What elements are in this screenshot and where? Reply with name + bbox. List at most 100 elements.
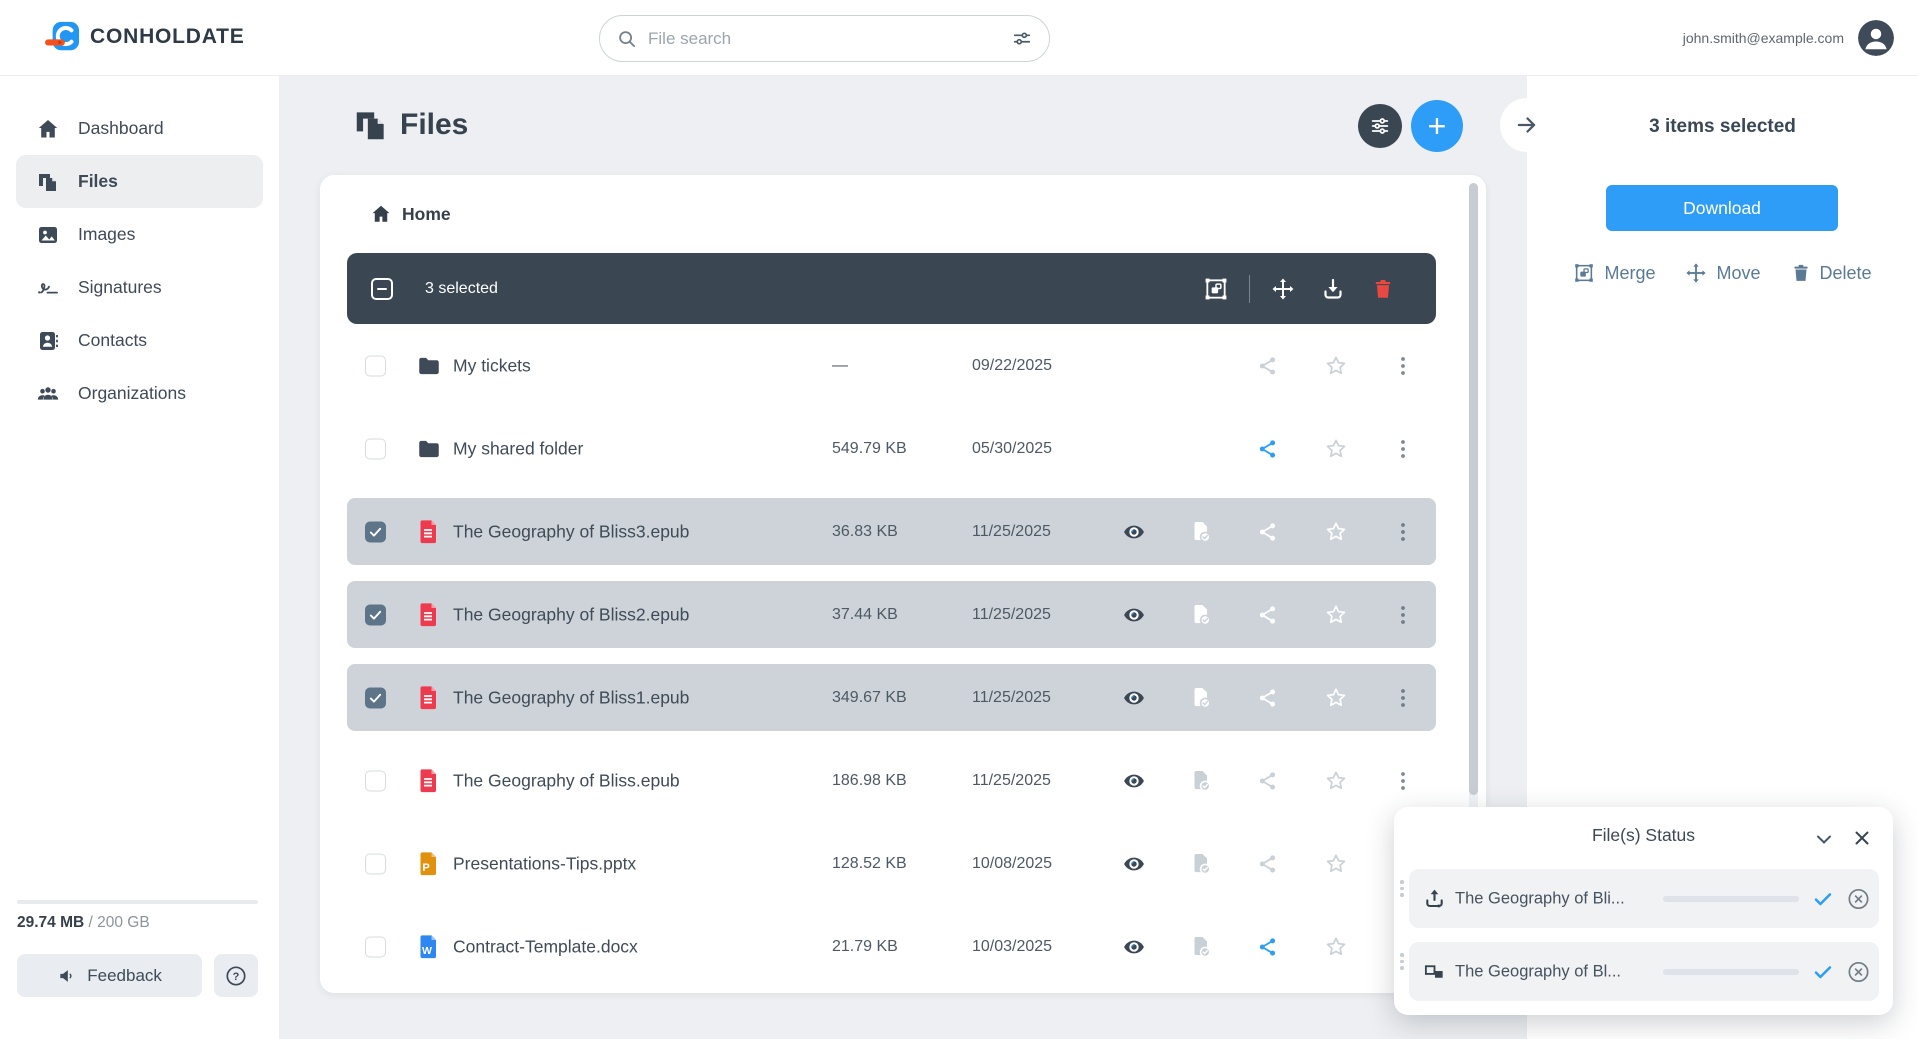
delete-action[interactable]: Delete	[1791, 262, 1872, 284]
row-checkbox[interactable]	[365, 355, 386, 376]
favorite-star-icon[interactable]	[1316, 686, 1356, 710]
share-icon[interactable]	[1248, 936, 1288, 958]
favorite-star-icon[interactable]	[1316, 603, 1356, 627]
table-row[interactable]: The Geography of Bliss1.epub349.67 KB11/…	[347, 656, 1436, 739]
search-filters-icon[interactable]	[1011, 28, 1033, 50]
row-menu-icon[interactable]	[1383, 354, 1423, 378]
file-name[interactable]: My shared folder	[453, 438, 583, 459]
breadcrumb[interactable]: Home	[370, 203, 451, 225]
file-name[interactable]: The Geography of Bliss.epub	[453, 770, 680, 791]
convert-file-icon[interactable]	[1181, 603, 1221, 627]
table-row[interactable]: WContract-Template.docx21.79 KB10/03/202…	[347, 905, 1436, 988]
file-date: 05/30/2025	[972, 440, 1052, 458]
convert-file-icon[interactable]	[1181, 769, 1221, 793]
preview-eye-icon[interactable]	[1114, 852, 1154, 876]
convert-file-icon[interactable]	[1181, 520, 1221, 544]
preview-eye-icon[interactable]	[1114, 520, 1154, 544]
row-menu-icon[interactable]	[1383, 520, 1423, 544]
share-icon[interactable]	[1248, 853, 1288, 875]
list-settings-button[interactable]	[1358, 104, 1402, 148]
row-checkbox[interactable]	[365, 936, 386, 957]
sidebar-item-signatures[interactable]: Signatures	[16, 261, 263, 314]
favorite-star-icon[interactable]	[1316, 852, 1356, 876]
user-avatar[interactable]	[1858, 20, 1894, 56]
search-icon	[616, 28, 638, 50]
row-menu-icon[interactable]	[1383, 686, 1423, 710]
row-checkbox[interactable]	[365, 438, 386, 459]
download-selected-button[interactable]	[1316, 272, 1350, 306]
page-title: Files	[400, 108, 468, 142]
table-row[interactable]: My shared folder549.79 KB05/30/2025	[347, 407, 1436, 490]
download-button[interactable]: Download	[1606, 185, 1838, 231]
sidebar-item-label: Files	[78, 171, 118, 192]
row-checkbox[interactable]	[365, 853, 386, 874]
row-menu-icon[interactable]	[1383, 769, 1423, 793]
file-name[interactable]: The Geography of Bliss3.epub	[453, 521, 689, 542]
table-row[interactable]: PPresentations-Tips.pptx128.52 KB10/08/2…	[347, 822, 1436, 905]
action-label: Merge	[1604, 263, 1655, 284]
share-icon[interactable]	[1248, 438, 1288, 460]
share-icon[interactable]	[1248, 770, 1288, 792]
row-checkbox[interactable]	[365, 770, 386, 791]
toolbar-divider	[1249, 275, 1250, 303]
search-input[interactable]	[648, 29, 1001, 49]
progress-bar	[1663, 969, 1799, 975]
files-page-icon	[352, 106, 390, 144]
merge-action[interactable]: Merge	[1573, 262, 1655, 284]
table-row[interactable]: The Geography of Bliss2.epub37.44 KB11/2…	[347, 573, 1436, 656]
merge-selected-button[interactable]	[1199, 272, 1233, 306]
progress-bar	[1663, 896, 1799, 902]
sidebar-item-contacts[interactable]: Contacts	[16, 314, 263, 367]
share-icon[interactable]	[1248, 521, 1288, 543]
favorite-star-icon[interactable]	[1316, 520, 1356, 544]
sidebar-item-images[interactable]: Images	[16, 208, 263, 261]
search-bar[interactable]	[599, 15, 1050, 62]
file-name[interactable]: My tickets	[453, 355, 531, 376]
row-menu-icon[interactable]	[1383, 437, 1423, 461]
table-row[interactable]: The Geography of Bliss3.epub36.83 KB11/2…	[347, 490, 1436, 573]
favorite-star-icon[interactable]	[1316, 437, 1356, 461]
preview-eye-icon[interactable]	[1114, 935, 1154, 959]
select-all-checkbox[interactable]	[371, 278, 393, 300]
scrollbar-thumb[interactable]	[1469, 183, 1478, 795]
sidebar-item-dashboard[interactable]: Dashboard	[16, 102, 263, 155]
move-action[interactable]: Move	[1685, 262, 1760, 284]
file-name[interactable]: Contract-Template.docx	[453, 936, 638, 957]
brand-logo[interactable]: CONHOLDATE	[44, 20, 245, 54]
dismiss-item-icon[interactable]	[1846, 959, 1871, 984]
favorite-star-icon[interactable]	[1316, 769, 1356, 793]
file-name[interactable]: The Geography of Bliss2.epub	[453, 604, 689, 625]
file-name[interactable]: Presentations-Tips.pptx	[453, 853, 636, 874]
docx-icon: W	[416, 934, 440, 960]
convert-file-icon[interactable]	[1181, 686, 1221, 710]
preview-eye-icon[interactable]	[1114, 603, 1154, 627]
contacts-icon	[36, 329, 60, 353]
share-icon[interactable]	[1248, 604, 1288, 626]
row-checkbox[interactable]	[365, 604, 386, 625]
delete-selected-button[interactable]	[1366, 272, 1400, 306]
help-button[interactable]: ?	[214, 954, 258, 997]
table-row[interactable]: My tickets—09/22/2025	[347, 324, 1436, 407]
row-checkbox[interactable]	[365, 687, 386, 708]
collapse-popup-icon[interactable]	[1812, 827, 1836, 851]
preview-eye-icon[interactable]	[1114, 686, 1154, 710]
add-file-button[interactable]: +	[1411, 100, 1463, 152]
row-checkbox[interactable]	[365, 521, 386, 542]
favorite-star-icon[interactable]	[1316, 354, 1356, 378]
feedback-button[interactable]: Feedback	[17, 954, 202, 997]
close-popup-icon[interactable]	[1850, 826, 1874, 850]
user-email: john.smith@example.com	[1683, 30, 1844, 46]
sidebar-item-organizations[interactable]: Organizations	[16, 367, 263, 420]
favorite-star-icon[interactable]	[1316, 935, 1356, 959]
share-icon[interactable]	[1248, 687, 1288, 709]
preview-eye-icon[interactable]	[1114, 769, 1154, 793]
move-selected-button[interactable]	[1266, 272, 1300, 306]
row-menu-icon[interactable]	[1383, 603, 1423, 627]
convert-file-icon[interactable]	[1181, 935, 1221, 959]
sidebar-item-files[interactable]: Files	[16, 155, 263, 208]
dismiss-item-icon[interactable]	[1846, 886, 1871, 911]
convert-file-icon[interactable]	[1181, 852, 1221, 876]
table-row[interactable]: The Geography of Bliss.epub186.98 KB11/2…	[347, 739, 1436, 822]
share-icon[interactable]	[1248, 355, 1288, 377]
file-name[interactable]: The Geography of Bliss1.epub	[453, 687, 689, 708]
